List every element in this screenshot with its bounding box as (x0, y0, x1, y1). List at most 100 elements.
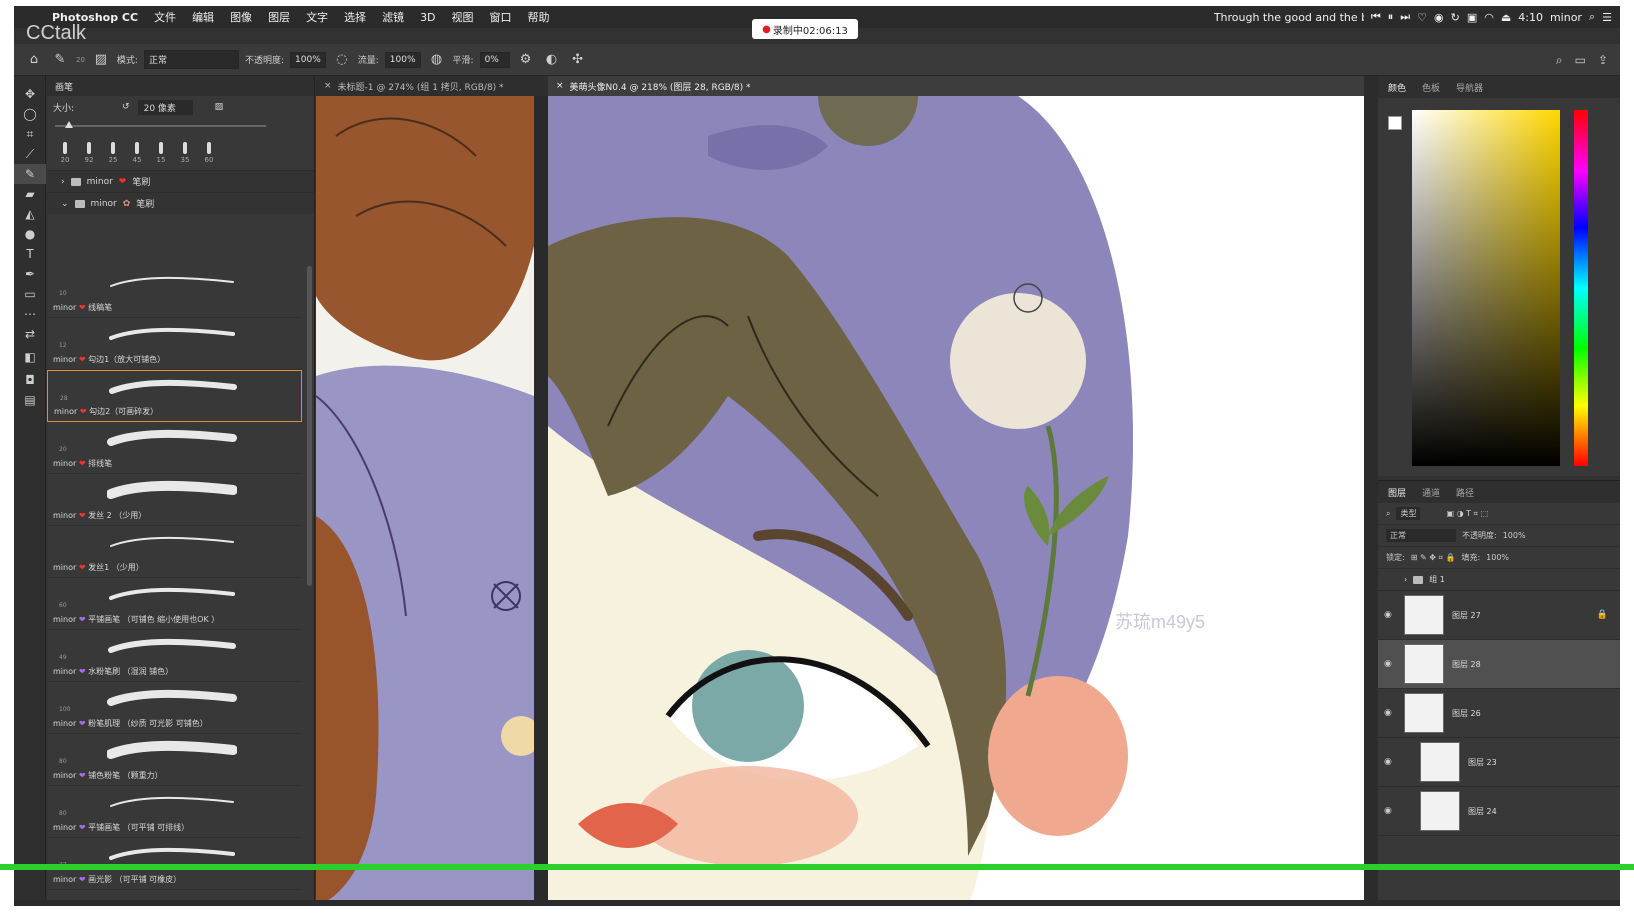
username[interactable]: minor (1550, 11, 1582, 24)
brush-preset-icon[interactable]: ✎ (50, 50, 70, 70)
search-icon[interactable]: ⌕ (1589, 10, 1595, 24)
panel-collapse-strip[interactable] (1364, 76, 1378, 906)
close-icon[interactable]: × (556, 81, 564, 91)
next-track-icon[interactable]: ⏭ (1400, 10, 1410, 24)
chevron-right-icon[interactable]: › (61, 177, 65, 187)
tab-channels[interactable]: 通道 (1422, 486, 1440, 499)
size-slider-knob[interactable] (65, 121, 73, 128)
move-tool-icon[interactable]: ✥ (14, 84, 46, 104)
paint-bucket-tool-icon[interactable]: ◭ (14, 204, 46, 224)
rectangle-tool-icon[interactable]: ▭ (14, 284, 46, 304)
hue-slider[interactable] (1574, 110, 1588, 466)
brush-settings-icon[interactable]: ▨ (91, 50, 111, 70)
blend-mode-select[interactable]: 正常 (1386, 529, 1456, 542)
layer-opacity-field[interactable]: 100% (1503, 531, 1526, 540)
brush-item[interactable]: 20 minor ❤ 排线笔 (47, 422, 302, 474)
eyedropper-tool-icon[interactable]: ⟋ (14, 144, 46, 164)
layer-row[interactable]: ◉ 图层 27 🔒 (1378, 591, 1620, 640)
symmetry-icon[interactable]: ✣ (568, 50, 588, 70)
layer-row[interactable]: ◉ 图层 26 (1378, 689, 1620, 738)
tab-layers[interactable]: 图层 (1388, 486, 1406, 499)
previous-track-icon[interactable]: ⏮ (1371, 10, 1381, 24)
smoothing-field[interactable]: 0% (479, 51, 510, 68)
brush-item[interactable]: 100 minor ❤ 粉笔肌理 （纱质 可光影 可铺色） (47, 682, 302, 734)
brush-item[interactable]: 60 minor ❤ 平铺画笔 （可铺色 缩小使用也OK ） (47, 578, 302, 630)
pen-tool-icon[interactable]: ✒ (14, 264, 46, 284)
menu-edit[interactable]: 编辑 (184, 9, 222, 25)
brush-item[interactable]: 12 minor ❤ 勾边1（放大可铺色） (47, 318, 302, 370)
brush-item[interactable]: minor ❤ 发丝 2 （少用） (47, 474, 302, 526)
screen-mode-icon[interactable]: ▤ (14, 390, 46, 410)
menu-file[interactable]: 文件 (146, 9, 184, 25)
type-tool-icon[interactable]: T (14, 244, 46, 264)
brush-item[interactable]: 28 minor ❤ 勾边2（可画碎发） (47, 370, 302, 422)
brush-list-scrollbar[interactable] (307, 266, 312, 586)
fill-field[interactable]: 100% (1486, 553, 1509, 562)
layer-row-selected[interactable]: ◉ 图层 28 (1378, 640, 1620, 689)
layer-filter-select[interactable]: 类型 (1396, 507, 1421, 520)
menu-3d[interactable]: 3D (412, 11, 443, 24)
layer-group-row[interactable]: › 组 1 (1378, 569, 1620, 591)
crop-tool-icon[interactable]: ⌗ (14, 124, 46, 144)
brush-options-icon[interactable]: ▨ (215, 102, 224, 112)
refresh-icon[interactable]: ↻ (1451, 11, 1460, 24)
chevron-right-icon[interactable]: › (1404, 575, 1407, 584)
eye-icon[interactable]: ◉ (1384, 610, 1396, 620)
list-icon[interactable]: ☰ (1602, 11, 1612, 24)
brush-item[interactable]: 49 minor ❤ 水粉笔刷 （湿润 铺色） (47, 630, 302, 682)
size-slider[interactable] (55, 120, 306, 132)
doc-tab-2[interactable]: × 美萌头像N0.4 @ 218% (图层 28, RGB/8) * (548, 76, 1364, 96)
status-circle-icon[interactable]: ◉ (1434, 11, 1444, 24)
brush-tool-icon[interactable]: ✎ (14, 164, 46, 184)
brush-size-small[interactable]: 20 (76, 56, 85, 64)
lock-icons[interactable]: ⊞ ✎ ✥ ⌗ 🔒 (1411, 553, 1456, 563)
more-tools-icon[interactable]: ⋯ (14, 304, 46, 324)
pressure-opacity-icon[interactable]: ◌ (332, 50, 352, 70)
canvas-document-2[interactable]: 苏琉m49y5 (548, 96, 1364, 906)
eye-icon[interactable]: ◉ (1384, 708, 1396, 718)
share-icon[interactable]: ⇪ (1598, 53, 1608, 67)
screen-icon[interactable]: ▣ (1467, 11, 1477, 24)
pressure-size-icon[interactable]: ◐ (542, 50, 562, 70)
heart-icon[interactable]: ♡ (1417, 11, 1427, 24)
preset-brush[interactable]: 60 (201, 142, 217, 164)
color-picker-field[interactable] (1412, 110, 1560, 466)
preset-brush[interactable]: 25 (105, 142, 121, 164)
preset-brush[interactable]: 92 (81, 142, 97, 164)
lasso-tool-icon[interactable]: ◯ (14, 104, 46, 124)
eye-icon[interactable]: ◉ (1384, 806, 1396, 816)
search-icon[interactable]: ⌕ (1556, 53, 1563, 68)
menu-image[interactable]: 图像 (222, 9, 260, 25)
dodge-tool-icon[interactable]: ● (14, 224, 46, 244)
mode-select[interactable]: 正常 (143, 50, 239, 69)
menu-filter[interactable]: 滤镜 (374, 9, 412, 25)
brush-group-1[interactable]: › minor ❤ 笔刷 (47, 170, 314, 192)
brush-item[interactable]: minor ❤ 发丝1 （少用） (47, 526, 302, 578)
menu-view[interactable]: 视图 (444, 9, 482, 25)
swap-colors-icon[interactable]: ⇄ (14, 324, 46, 344)
menu-window[interactable]: 窗口 (482, 9, 520, 25)
opacity-field[interactable]: 100% (290, 51, 326, 68)
eye-icon[interactable]: ◉ (1384, 659, 1396, 669)
chevron-down-icon[interactable]: ⌄ (61, 199, 69, 209)
doc-tab-1[interactable]: × 未标题-1 @ 274% (组 1 拷贝, RGB/8) * (316, 76, 548, 96)
tab-paths[interactable]: 路径 (1456, 486, 1474, 499)
close-icon[interactable]: × (324, 81, 332, 91)
brush-group-2[interactable]: ⌄ minor ✿ 笔刷 (47, 192, 314, 214)
foreground-color-swatch[interactable] (1388, 116, 1402, 130)
menu-help[interactable]: 帮助 (520, 9, 558, 25)
layer-row[interactable]: ◉ 图层 23 (1378, 738, 1620, 787)
home-icon[interactable]: ⌂ (24, 50, 44, 70)
preset-brush[interactable]: 35 (177, 142, 193, 164)
tab-swatches[interactable]: 色板 (1422, 81, 1440, 94)
layer-row[interactable]: ◉ 图层 24 (1378, 787, 1620, 836)
preset-brush[interactable]: 45 (129, 142, 145, 164)
preset-brush[interactable]: 15 (153, 142, 169, 164)
menu-select[interactable]: 选择 (336, 9, 374, 25)
reset-icon[interactable]: ↺ (122, 102, 130, 112)
pause-icon[interactable]: ⏸ (1388, 10, 1394, 24)
document-divider[interactable] (534, 96, 548, 906)
airbrush-icon[interactable]: ◍ (427, 50, 447, 70)
tab-navigator[interactable]: 导航器 (1456, 81, 1483, 94)
filter-icons[interactable]: ▣ ◑ T ⌗ ⬚ (1446, 509, 1488, 519)
